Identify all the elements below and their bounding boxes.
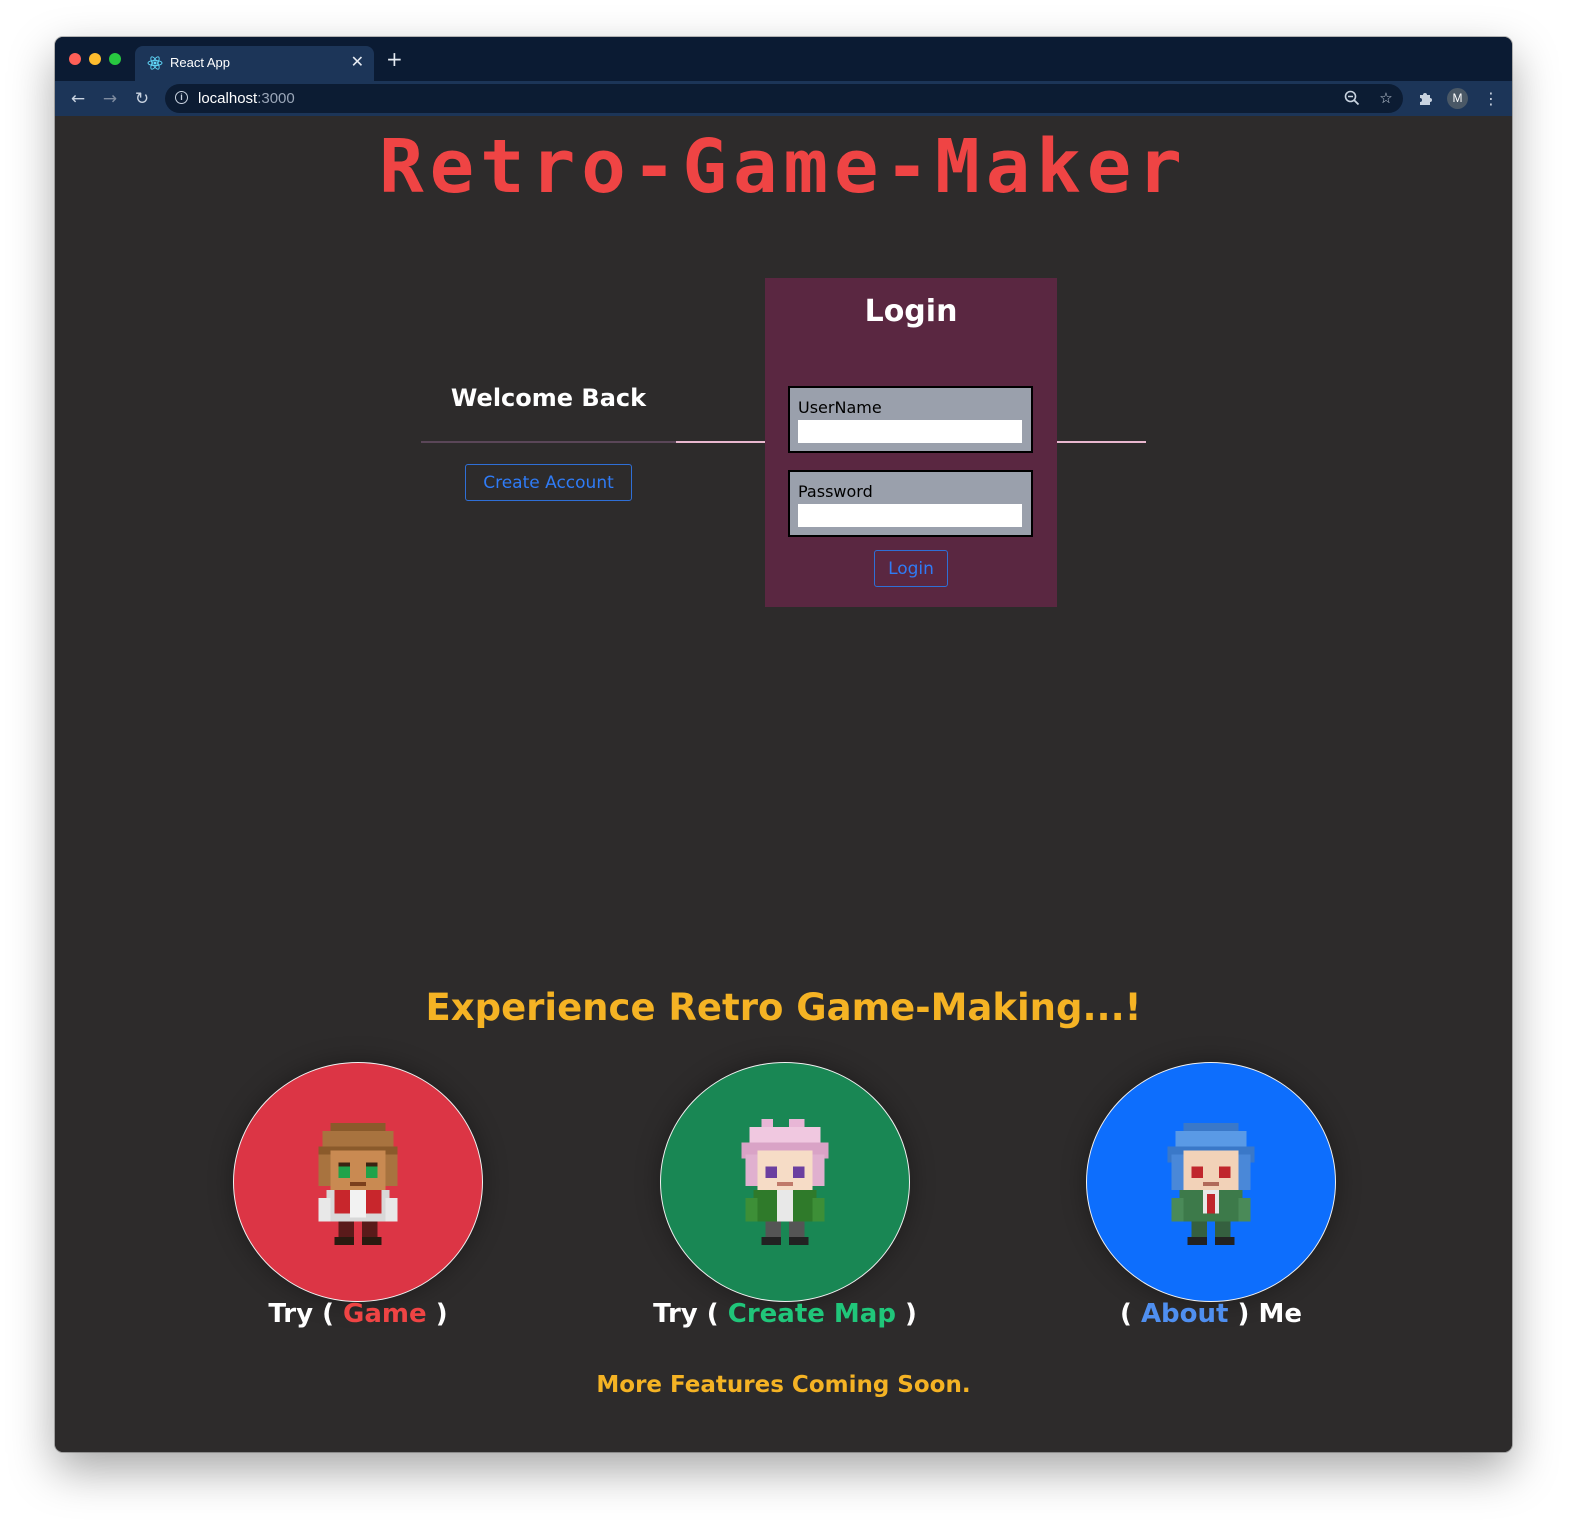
feature-create-map-circle[interactable] — [660, 1062, 910, 1302]
close-icon[interactable]: ✕ — [351, 52, 364, 71]
zoom-icon[interactable] — [1343, 89, 1361, 107]
username-input[interactable] — [798, 420, 1022, 443]
new-tab-icon[interactable]: + — [386, 49, 403, 69]
url-text[interactable]: localhost:3000 — [198, 90, 295, 107]
username-label: UserName — [798, 398, 882, 417]
tab-title: React App — [170, 55, 230, 70]
login-title: Login — [864, 294, 958, 329]
back-arrow-icon[interactable]: ← — [67, 88, 89, 110]
profile-avatar[interactable]: M — [1447, 88, 1468, 109]
reload-icon[interactable]: ↻ — [131, 88, 153, 110]
feature-game-circle[interactable] — [233, 1062, 483, 1302]
feature-about-circle[interactable] — [1086, 1062, 1336, 1302]
address-bar[interactable]: i localhost:3000 ☆ — [165, 84, 1403, 113]
character-brown-hair-icon — [318, 1122, 398, 1245]
bookmark-star-icon[interactable]: ☆ — [1377, 89, 1395, 107]
login-card: Login UserName Password Login — [765, 278, 1057, 607]
tab-react-app[interactable]: React App ✕ — [135, 46, 374, 81]
character-blue-hair-icon — [1167, 1122, 1255, 1245]
divider-right — [1057, 441, 1146, 443]
close-window-button[interactable] — [69, 53, 81, 65]
feature-about-prefix: ( — [1120, 1299, 1141, 1329]
create-account-button[interactable]: Create Account — [465, 464, 632, 501]
info-icon[interactable]: i — [175, 91, 188, 104]
feature-game — [233, 1062, 483, 1302]
feature-create-map — [660, 1062, 910, 1302]
extensions-puzzle-icon[interactable] — [1417, 89, 1435, 107]
feature-create-map-prefix: Try ( — [653, 1299, 728, 1329]
feature-about-caption: ( About ) Me — [1011, 1299, 1411, 1329]
react-icon — [147, 56, 163, 70]
url-host: localhost — [198, 90, 258, 107]
feature-about-suffix: ) Me — [1228, 1299, 1302, 1329]
divider-left — [421, 441, 676, 443]
feature-game-caption: Try ( Game ) — [158, 1299, 558, 1329]
minimize-window-button[interactable] — [89, 53, 101, 65]
welcome-heading: Welcome Back — [450, 384, 647, 412]
site-title: Retro-Game-Maker — [379, 124, 1188, 210]
features-heading: Experience Retro Game-Making...! — [425, 986, 1142, 1029]
username-field: UserName — [788, 386, 1033, 453]
create-map-link[interactable]: Create Map — [728, 1299, 896, 1329]
about-link[interactable]: About — [1141, 1299, 1229, 1329]
browser-window: React App ✕ + ← → ↻ i localhost:3000 ☆ M… — [55, 37, 1512, 1452]
feature-game-suffix: ) — [426, 1299, 448, 1329]
game-link[interactable]: Game — [343, 1299, 427, 1329]
more-menu-icon[interactable]: ⋮ — [1483, 88, 1499, 109]
browser-toolbar: ← → ↻ i localhost:3000 ☆ M ⋮ — [55, 81, 1512, 116]
feature-create-map-suffix: ) — [895, 1299, 917, 1329]
feature-about — [1086, 1062, 1336, 1302]
login-button[interactable]: Login — [874, 550, 948, 587]
character-pink-hair-icon — [741, 1119, 829, 1245]
forward-arrow-icon[interactable]: → — [99, 88, 121, 110]
password-input[interactable] — [798, 504, 1022, 527]
feature-create-map-caption: Try ( Create Map ) — [585, 1299, 985, 1329]
divider-mid — [676, 441, 765, 443]
page-content: Retro-Game-Maker Welcome Back Create Acc… — [55, 116, 1512, 1452]
maximize-window-button[interactable] — [109, 53, 121, 65]
url-port: :3000 — [257, 90, 295, 107]
password-field: Password — [788, 470, 1033, 537]
feature-game-prefix: Try ( — [268, 1299, 344, 1329]
coming-soon-text: More Features Coming Soon. — [596, 1372, 971, 1398]
password-label: Password — [798, 482, 873, 501]
tab-bar: React App ✕ + — [55, 37, 1512, 81]
